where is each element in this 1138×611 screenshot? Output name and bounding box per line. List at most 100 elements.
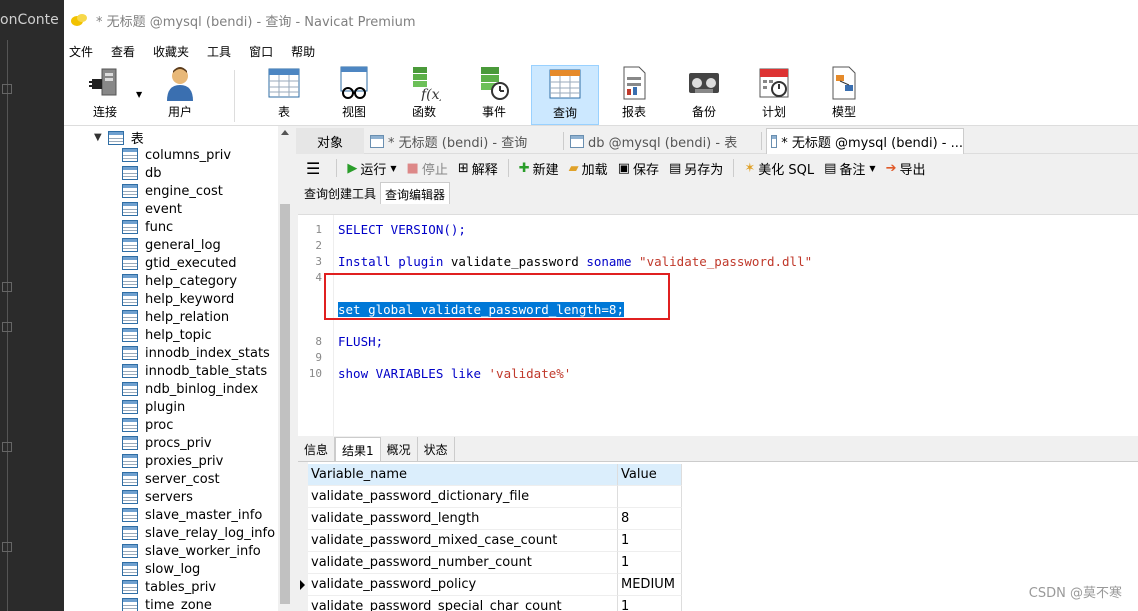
event-button[interactable]: 事件 (461, 65, 527, 125)
cell-variable-name[interactable]: validate_password_dictionary_file (308, 486, 618, 508)
model-button[interactable]: 模型 (811, 65, 877, 125)
new-button[interactable]: ✚ 新建 (519, 159, 559, 178)
tab-db-table[interactable]: db @mysql (bendi) - 表 (566, 128, 762, 154)
tab-info[interactable]: 信息 (298, 437, 336, 461)
menu-help[interactable]: 帮助 (290, 43, 328, 60)
tree-item-table[interactable]: tables_priv (122, 578, 275, 596)
table-row[interactable]: validate_password_policy MEDIUM (308, 574, 682, 596)
tree-item-table[interactable]: innodb_index_stats (122, 344, 275, 362)
sql-editor[interactable]: 1 SELECT VERSION(); 2 3 Install plugin v… (298, 214, 1138, 436)
export-button[interactable]: ➔ 导出 (886, 159, 926, 178)
user-button[interactable]: 用户 (147, 65, 213, 125)
hamburger-menu-icon[interactable]: ☰ (306, 159, 320, 178)
table-row[interactable]: validate_password_number_count 1 (308, 552, 682, 574)
cell-value[interactable]: 8 (618, 508, 682, 530)
tab-status[interactable]: 状态 (418, 437, 455, 461)
cell-variable-name[interactable]: validate_password_special_char_count (308, 596, 618, 611)
comment-button[interactable]: ▤ 备注 ▼ (824, 159, 875, 178)
table-row[interactable]: validate_password_special_char_count 1 (308, 596, 682, 611)
tree-item-table[interactable]: help_topic (122, 326, 275, 344)
tree-item-table[interactable]: proc (122, 416, 275, 434)
save-as-button[interactable]: ▤ 另存为 (669, 159, 723, 178)
tree-item-table[interactable]: help_keyword (122, 290, 275, 308)
chevron-down-icon[interactable]: ▼ (869, 164, 875, 173)
tree-item-table[interactable]: server_cost (122, 470, 275, 488)
tree-item-table[interactable]: innodb_table_stats (122, 362, 275, 380)
explain-label: 解释 (471, 162, 498, 178)
save-icon: ▣ (617, 160, 630, 176)
cell-variable-name[interactable]: validate_password_mixed_case_count (308, 530, 618, 552)
scrollbar-thumb[interactable] (280, 204, 290, 604)
tree-item-table[interactable]: slave_master_info (122, 506, 275, 524)
menu-file[interactable]: 文件 (68, 43, 106, 60)
column-header-value[interactable]: Value (618, 464, 682, 486)
tree-item-table[interactable]: slow_log (122, 560, 275, 578)
table-icon (122, 508, 138, 522)
tab-query-builder[interactable]: 查询创建工具 (300, 182, 380, 204)
tree-item-table[interactable]: general_log (122, 236, 275, 254)
tab-query-editor[interactable]: 查询编辑器 (380, 182, 451, 204)
tree-item-table[interactable]: engine_cost (122, 182, 275, 200)
menu-view[interactable]: 查看 (110, 43, 148, 60)
tab-objects[interactable]: 对象 (296, 128, 364, 154)
tree-item-table[interactable]: plugin (122, 398, 275, 416)
query-button[interactable]: 查询 (531, 65, 599, 125)
tree-item-table[interactable]: procs_priv (122, 434, 275, 452)
explain-button[interactable]: ⊞ 解释 (458, 159, 498, 178)
cell-value[interactable]: 1 (618, 596, 682, 611)
tab-profile[interactable]: 概况 (381, 437, 418, 461)
menu-window[interactable]: 窗口 (248, 43, 286, 60)
connect-button[interactable]: 连接 (72, 65, 138, 125)
backup-button[interactable]: 备份 (671, 65, 737, 125)
tree-item-table[interactable]: servers (122, 488, 275, 506)
tab-result1[interactable]: 结果1 (335, 437, 381, 461)
tree-item-table[interactable]: slave_relay_log_info (122, 524, 275, 542)
table-row[interactable]: validate_password_mixed_case_count 1 (308, 530, 682, 552)
report-button[interactable]: 报表 (601, 65, 667, 125)
tree-item-table[interactable]: columns_priv (122, 146, 275, 164)
cell-value[interactable]: 1 (618, 530, 682, 552)
tree-item-label: help_keyword (145, 291, 235, 307)
tree-item-table[interactable]: time_zone (122, 596, 275, 611)
cell-variable-name[interactable]: validate_password_length (308, 508, 618, 530)
chevron-down-icon[interactable]: ▼ (94, 132, 102, 143)
table-icon (122, 544, 138, 558)
tree-item-table[interactable]: db (122, 164, 275, 182)
cell-variable-name[interactable]: validate_password_number_count (308, 552, 618, 574)
scroll-up-icon[interactable] (281, 130, 289, 135)
tree-item-table[interactable]: func (122, 218, 275, 236)
function-button[interactable]: f(x) 函数 (391, 65, 457, 125)
tree-item-table[interactable]: gtid_executed (122, 254, 275, 272)
tree-item-table[interactable]: event (122, 200, 275, 218)
save-button[interactable]: ▣ 保存 (618, 159, 659, 178)
chevron-down-icon[interactable]: ▼ (390, 164, 396, 173)
tree-item-table[interactable]: ndb_binlog_index (122, 380, 275, 398)
tree-item-table[interactable]: help_relation (122, 308, 275, 326)
tree-node-tables[interactable]: ▼ 表 (94, 128, 144, 147)
table-button[interactable]: 表 (251, 65, 317, 125)
cell-variable-name[interactable]: validate_password_policy (308, 574, 618, 596)
tree-item-table[interactable]: proxies_priv (122, 452, 275, 470)
tab-query-active[interactable]: * 无标题 @mysql (bendi) - ... (766, 128, 964, 154)
load-button[interactable]: ▰ 加载 (569, 159, 608, 178)
column-header-variable-name[interactable]: Variable_name (308, 464, 618, 486)
view-button[interactable]: 视图 (321, 65, 387, 125)
schedule-button[interactable]: 计划 (741, 65, 807, 125)
tab-query-untitled[interactable]: * 无标题 (bendi) - 查询 (366, 128, 564, 154)
tree-item-table[interactable]: help_category (122, 272, 275, 290)
table-icon (122, 274, 138, 288)
menu-tools[interactable]: 工具 (206, 43, 244, 60)
run-button[interactable]: ▶ 运行 ▼ (347, 159, 396, 178)
beautify-sql-button[interactable]: ✶ 美化 SQL (744, 159, 814, 178)
stop-button[interactable]: ■ 停止 (407, 159, 448, 178)
sidebar-scrollbar[interactable] (278, 126, 292, 611)
table-row[interactable]: validate_password_length 8 (308, 508, 682, 530)
tree-item-table[interactable]: slave_worker_info (122, 542, 275, 560)
cell-value[interactable]: MEDIUM (618, 574, 682, 596)
cell-value[interactable] (618, 486, 682, 508)
event-icon (481, 67, 509, 100)
cell-value[interactable]: 1 (618, 552, 682, 574)
menu-favorites[interactable]: 收藏夹 (152, 43, 202, 60)
connect-dropdown-icon[interactable]: ▼ (136, 90, 142, 99)
table-row[interactable]: validate_password_dictionary_file (308, 486, 682, 508)
